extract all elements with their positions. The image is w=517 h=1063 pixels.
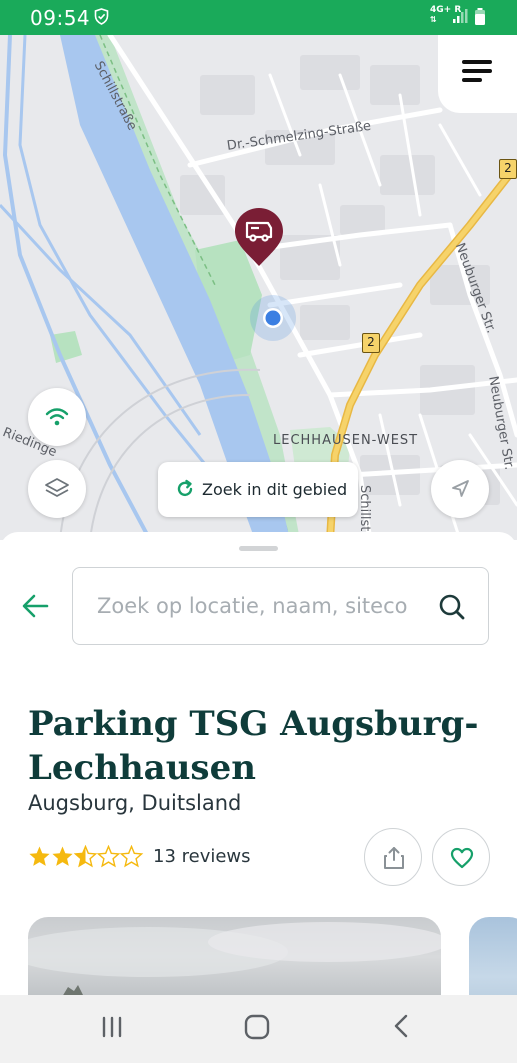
system-nav-bar	[0, 995, 517, 1063]
star-icon	[120, 845, 143, 867]
home-button[interactable]	[243, 1011, 271, 1046]
search-input[interactable]	[97, 588, 427, 624]
wifi-filter-button[interactable]	[28, 388, 86, 446]
favorite-button[interactable]	[432, 828, 490, 886]
wifi-icon	[45, 408, 69, 426]
search-this-area-button[interactable]: Zoek in dit gebied	[158, 462, 358, 517]
network-type: 4G+	[430, 5, 452, 15]
campsite-pin[interactable]	[233, 206, 285, 268]
recent-apps-button[interactable]	[100, 1011, 124, 1046]
chevron-left-icon	[394, 1014, 408, 1038]
recent-apps-icon	[102, 1016, 122, 1038]
refresh-icon	[177, 479, 193, 497]
search-this-area-label: Zoek in dit gebied	[202, 480, 348, 499]
back-button[interactable]	[20, 592, 50, 625]
search-icon[interactable]	[437, 592, 467, 622]
share-icon	[384, 847, 404, 869]
share-button[interactable]	[364, 828, 422, 886]
hamburger-menu-icon	[462, 78, 482, 82]
locate-me-button[interactable]	[431, 460, 489, 518]
menu-button[interactable]	[438, 35, 517, 113]
route-shield: 2	[499, 159, 517, 179]
route-shield: 2	[362, 333, 380, 353]
street-label: Schillst	[357, 485, 372, 532]
heart-icon	[450, 847, 474, 869]
hamburger-menu-icon	[462, 60, 492, 64]
rating-stars	[28, 845, 146, 876]
arrow-left-icon	[22, 594, 49, 618]
layers-icon	[45, 478, 69, 497]
star-icon	[52, 846, 73, 866]
place-location: Augsburg, Duitsland	[28, 791, 242, 815]
sheet-drag-handle[interactable]	[239, 546, 278, 551]
system-back-button[interactable]	[390, 1011, 414, 1046]
status-bar: 09:54 4G+ R ⇅	[0, 0, 517, 35]
map-layers-button[interactable]	[28, 460, 86, 518]
signal-icon	[452, 8, 468, 29]
place-bottom-sheet: Parking TSG Augsburg-Lechhausen Augsburg…	[0, 532, 517, 1017]
star-icon	[29, 846, 50, 866]
star-icon	[97, 845, 120, 867]
search-field[interactable]	[72, 567, 489, 645]
navigation-arrow-icon	[452, 480, 469, 497]
battery-icon	[474, 8, 486, 31]
reviews-link[interactable]: 13 reviews	[153, 846, 251, 867]
star-icon	[74, 845, 97, 867]
shield-icon	[94, 8, 109, 30]
hamburger-menu-icon	[462, 69, 492, 73]
district-label: LECHHAUSEN-WEST	[273, 433, 419, 448]
place-title: Parking TSG Augsburg-Lechhausen	[28, 704, 479, 788]
status-time: 09:54	[30, 6, 91, 30]
home-icon	[244, 1014, 270, 1040]
